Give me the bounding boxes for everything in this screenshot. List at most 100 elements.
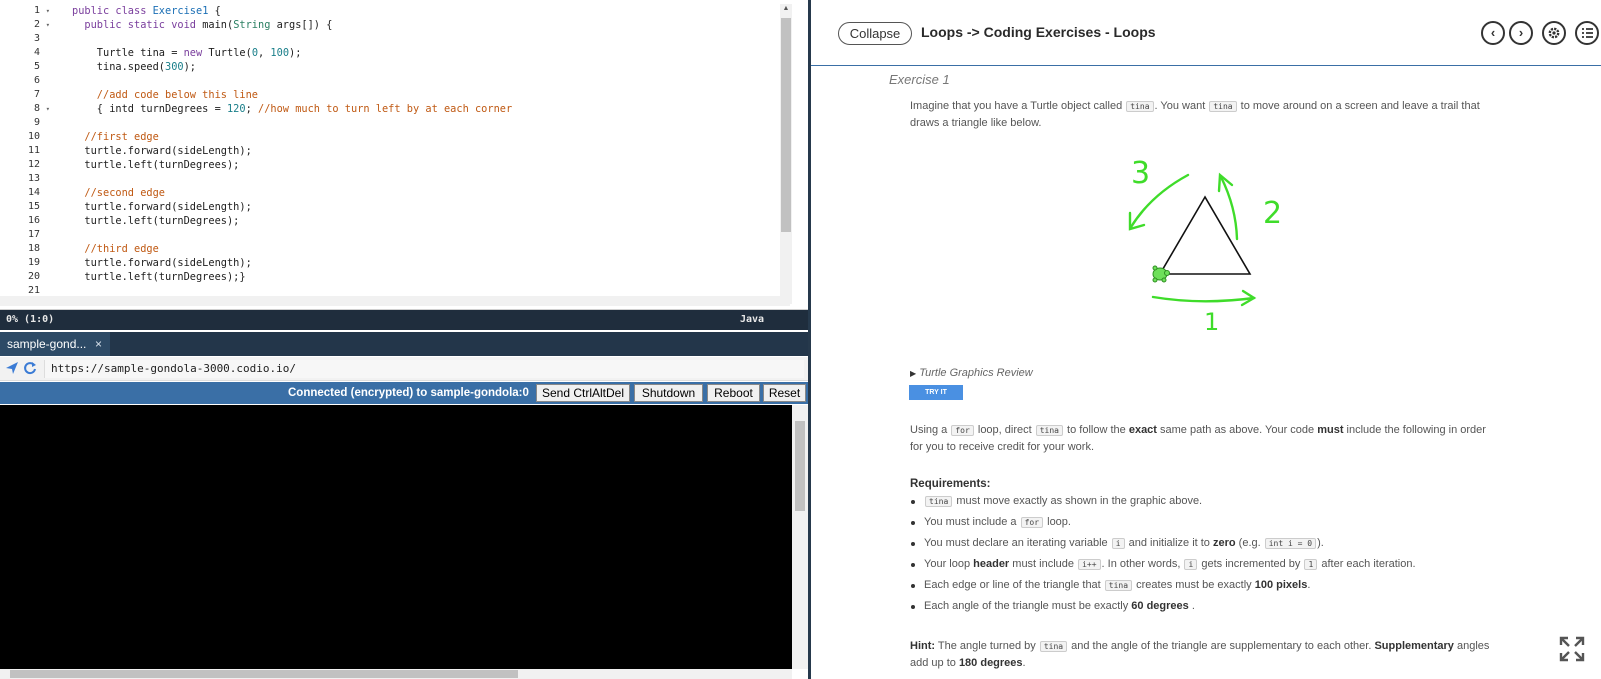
code-line[interactable]: public class Exercise1 {	[72, 4, 782, 18]
code-line[interactable]	[72, 116, 782, 130]
code-line[interactable]: //third edge	[72, 242, 782, 256]
try-it-button[interactable]: TRY IT	[909, 385, 963, 400]
code-line[interactable]	[72, 74, 782, 88]
line-number: 6	[33, 75, 40, 86]
line-number: 5	[33, 61, 40, 72]
code-line[interactable]: tina.speed(300);	[72, 60, 782, 74]
code-line[interactable]: //second edge	[72, 186, 782, 200]
code-token: //third edge	[72, 243, 159, 255]
triangle-diagram: 1 2 3	[1128, 156, 1282, 336]
text: The angle turned by	[935, 640, 1039, 652]
gear-icon[interactable]	[1542, 21, 1566, 45]
code-token: );	[289, 47, 302, 59]
line-number: 11	[27, 145, 40, 156]
reset-button[interactable]: Reset	[763, 384, 806, 402]
intro-text: . You want	[1154, 100, 1209, 112]
review-label: Turtle Graphics Review	[919, 367, 1033, 379]
code-line[interactable]: turtle.left(turnDegrees);	[72, 158, 782, 172]
text: loop.	[1044, 516, 1071, 528]
intro-text: Imagine that you have a Turtle object ca…	[910, 100, 1126, 112]
code-line[interactable]: { intd turnDegrees = 120; //how much to …	[72, 102, 782, 116]
vnc-screen[interactable]	[0, 405, 792, 669]
navigate-icon[interactable]	[4, 361, 20, 377]
text: and initialize it to	[1125, 537, 1213, 549]
text: and the angle of the triangle are supple…	[1068, 640, 1375, 652]
code-line[interactable]: turtle.left(turnDegrees);	[72, 214, 782, 228]
code-area[interactable]: public class Exercise1 { public static v…	[72, 4, 782, 298]
code-line[interactable]	[72, 228, 782, 242]
reboot-button[interactable]: Reboot	[707, 384, 760, 402]
turtle-graphics-review-toggle[interactable]: ▶ Turtle Graphics Review	[910, 367, 1033, 379]
code-token: );	[183, 61, 197, 73]
fold-arrow-icon[interactable]: ▾	[46, 18, 50, 32]
scrollbar-thumb[interactable]	[781, 18, 791, 232]
scrollbar-thumb[interactable]	[795, 421, 805, 511]
send-ctrlaltdel-button[interactable]: Send CtrlAltDel	[536, 384, 630, 402]
vnc-vertical-scrollbar[interactable]	[792, 405, 808, 669]
code-line[interactable]	[72, 172, 782, 186]
inline-code: i	[1184, 559, 1198, 570]
language-mode[interactable]: Java	[740, 310, 764, 330]
code-token: turtle.left(turnDegrees);	[72, 159, 240, 171]
fold-arrow-icon[interactable]: ▾	[46, 4, 50, 18]
scroll-up-icon[interactable]: ▲	[780, 4, 792, 14]
chevron-right-icon[interactable]: ›	[1509, 21, 1533, 45]
code-line[interactable]: turtle.left(turnDegrees);}	[72, 270, 782, 284]
code-token: new	[183, 47, 209, 59]
code-editor[interactable]: 1 ▾ 2 ▾ 3 4 5 6 7 8 ▾ 9 10 11 12 13 14 15 16 17 18 19 20 21 pub…	[0, 0, 808, 310]
tab-label: sample-gond...	[7, 337, 87, 351]
editor-vertical-scrollbar[interactable]: ▲ ▼	[780, 4, 792, 304]
editor-horizontal-scrollbar[interactable]	[0, 296, 790, 306]
bold-text: must	[1317, 424, 1344, 436]
code-token: ;	[245, 103, 258, 115]
line-number: 8 ▾	[33, 102, 50, 116]
line-number: 2 ▾	[33, 18, 50, 32]
code-line[interactable]: turtle.forward(sideLength);	[72, 200, 782, 214]
close-icon[interactable]: ×	[95, 332, 102, 356]
refresh-icon[interactable]	[22, 361, 38, 377]
code-line[interactable]: public static void main(String args[]) {	[72, 18, 782, 32]
code-line[interactable]: //add code below this line	[72, 88, 782, 102]
line-number: 15	[27, 201, 40, 212]
text: . In other words,	[1101, 558, 1184, 570]
line-number: 9	[33, 117, 40, 128]
inline-code: for	[951, 425, 974, 436]
fold-arrow-icon[interactable]: ▾	[46, 102, 50, 116]
arrow-1	[1151, 295, 1256, 303]
code-line[interactable]: Turtle tina = new Turtle(0, 100);	[72, 46, 782, 60]
instructions-paragraph: Using a for loop, direct tina to follow …	[910, 422, 1500, 455]
line-number: 14	[27, 187, 40, 198]
list-item: You must include a for loop.	[910, 512, 1510, 533]
code-token: { intd turnDegrees =	[72, 103, 227, 115]
code-line[interactable]: turtle.forward(sideLength);	[72, 144, 782, 158]
code-line[interactable]: turtle.forward(sideLength);	[72, 256, 782, 270]
list-item: Each angle of the triangle must be exact…	[910, 596, 1510, 617]
code-token: Turtle(	[208, 47, 252, 59]
requirements-list: tina must move exactly as shown in the g…	[910, 491, 1510, 617]
line-number: 1 ▾	[33, 4, 50, 18]
bold-text: 100 pixels	[1254, 579, 1308, 591]
shutdown-button[interactable]: Shutdown	[634, 384, 703, 402]
url-bar: https://sample-gondola-3000.codio.io/	[0, 357, 808, 381]
line-number: 3	[33, 33, 40, 44]
url-input[interactable]: https://sample-gondola-3000.codio.io/	[44, 360, 804, 378]
code-token: tina.speed(	[72, 61, 165, 73]
bold-text: zero	[1212, 537, 1236, 549]
text: same path as above. Your code	[1156, 424, 1318, 436]
expand-icon[interactable]	[1559, 636, 1585, 662]
bold-text: 180 degrees	[958, 657, 1023, 669]
chevron-left-icon[interactable]: ‹	[1481, 21, 1505, 45]
line-number: 18	[27, 243, 40, 254]
figure-label-3: 3	[1131, 156, 1150, 191]
text: gets incremented by	[1198, 558, 1304, 570]
scrollbar-thumb[interactable]	[10, 670, 518, 678]
text: to follow the	[1064, 424, 1129, 436]
code-token: public class	[72, 5, 153, 17]
inline-code: tina	[1039, 641, 1068, 652]
tab-sample-gondola[interactable]: sample-gond... ×	[0, 332, 110, 356]
code-line[interactable]	[72, 32, 782, 46]
list-icon[interactable]	[1575, 21, 1599, 45]
collapse-button[interactable]: Collapse	[838, 22, 912, 45]
code-line[interactable]: //first edge	[72, 130, 782, 144]
vnc-horizontal-scrollbar[interactable]	[0, 669, 792, 679]
